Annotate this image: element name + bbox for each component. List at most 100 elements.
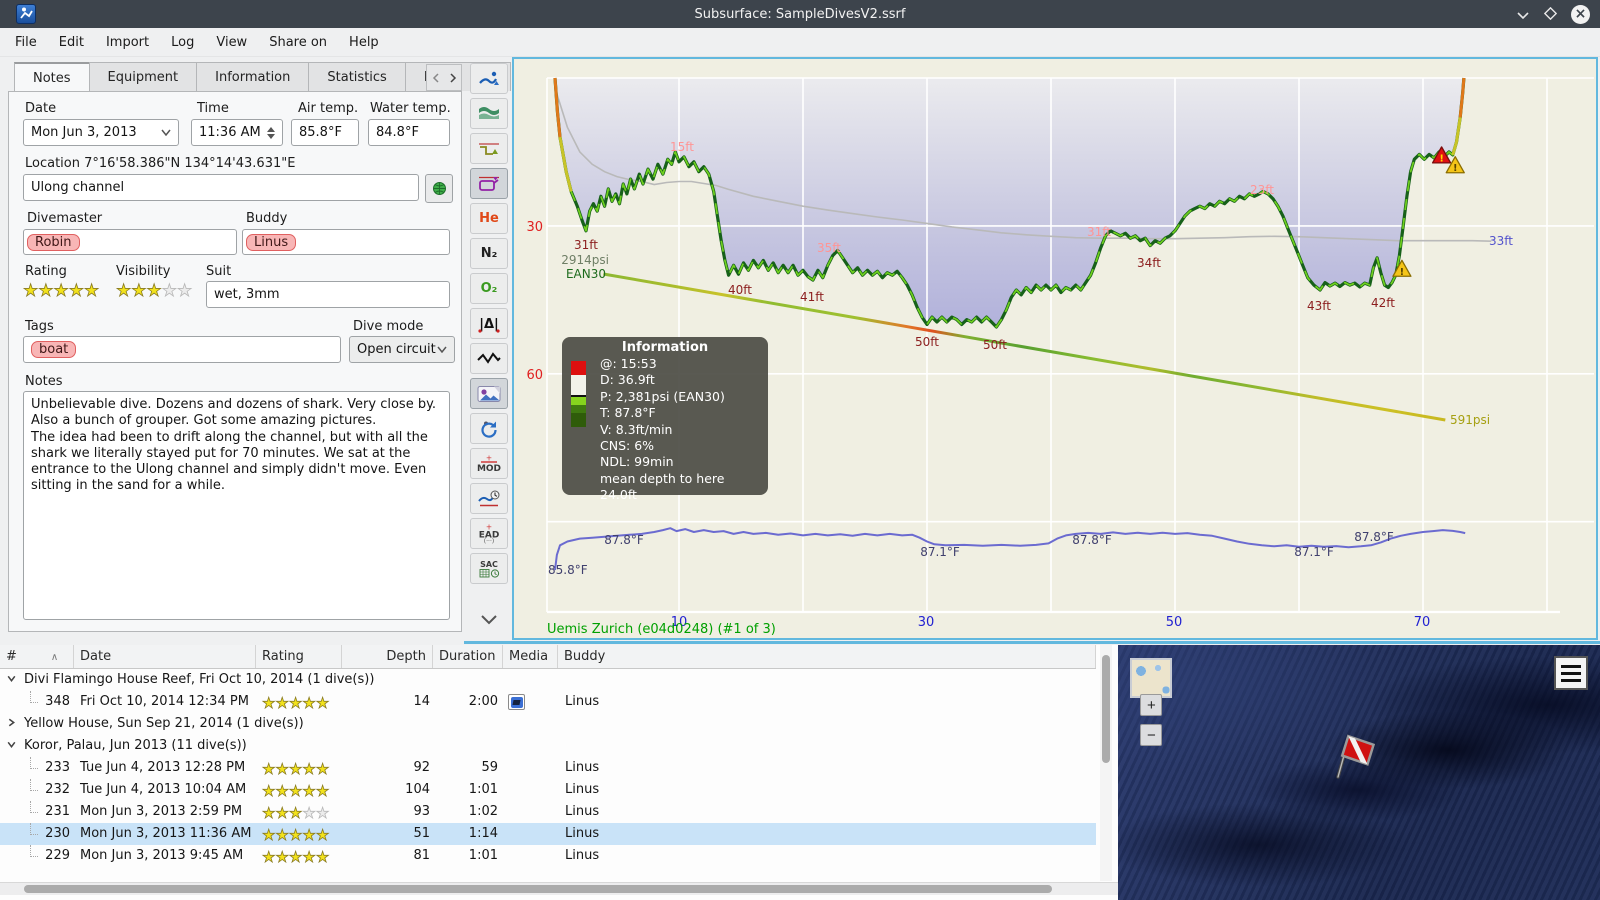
buddy-tag[interactable]: Linus: [246, 233, 297, 251]
minimap-toggle[interactable]: [1130, 658, 1172, 698]
star-icon[interactable]: ★: [262, 848, 276, 867]
dive-list-hscrollbar[interactable]: [0, 882, 1118, 895]
dc-ceiling-button[interactable]: [470, 63, 508, 94]
map-zoom-in-button[interactable]: +: [1140, 694, 1162, 716]
time-spin-buttons[interactable]: [267, 126, 275, 139]
column-header-num[interactable]: # ∧: [0, 645, 74, 668]
star-icon[interactable]: ★: [288, 760, 302, 779]
star-icon[interactable]: ★: [315, 782, 329, 801]
photos-button[interactable]: [470, 378, 508, 409]
star-icon[interactable]: ★: [275, 848, 289, 867]
ndl-button[interactable]: [470, 483, 508, 514]
star-icon[interactable]: ★: [68, 281, 84, 301]
star-icon[interactable]: ★: [315, 760, 329, 779]
star-icon[interactable]: ★: [262, 826, 276, 845]
star-icon[interactable]: ★: [315, 694, 329, 713]
star-icon[interactable]: ★: [302, 782, 316, 801]
tags-input[interactable]: boat: [23, 336, 341, 363]
star-icon[interactable]: ★: [38, 281, 54, 301]
mod-button[interactable]: + MOD: [470, 448, 508, 479]
map-panel[interactable]: + −: [1118, 645, 1600, 900]
star-icon[interactable]: ★: [288, 804, 302, 823]
star-icon[interactable]: ★: [262, 804, 276, 823]
dive-mode-select[interactable]: Open circuit: [349, 336, 455, 363]
menu-help[interactable]: Help: [338, 31, 390, 54]
minimize-icon[interactable]: [1516, 5, 1530, 24]
tag-boat[interactable]: boat: [31, 341, 77, 358]
dive-row[interactable]: 348 Fri Oct 10, 2014 12:34 PM ★★★★★ 14 2:00 L…: [0, 691, 1096, 713]
star-icon[interactable]: ★: [315, 826, 329, 845]
star-icon[interactable]: ★: [302, 760, 316, 779]
tank-bar-button[interactable]: [470, 168, 508, 199]
globe-button[interactable]: [425, 174, 453, 203]
suit-input[interactable]: wet, 3mm: [206, 281, 450, 308]
date-combobox[interactable]: Mon Jun 3, 2013: [23, 119, 179, 146]
o2-graph-button[interactable]: O₂: [470, 273, 508, 304]
collapse-icon[interactable]: [6, 673, 17, 688]
menu-log[interactable]: Log: [160, 31, 205, 54]
map-menu-icon[interactable]: [1554, 656, 1588, 690]
column-header-date[interactable]: Date: [74, 645, 256, 668]
divemaster-input[interactable]: Robin: [23, 229, 237, 255]
dive-row[interactable]: 230 Mon Jun 3, 2013 11:36 AM ★★★★★ 51 1:14 Li…: [0, 823, 1096, 845]
tab-equipment[interactable]: Equipment: [88, 62, 197, 91]
star-icon[interactable]: ★: [275, 782, 289, 801]
trip-row[interactable]: Divi Flamingo House Reef, Fri Oct 10, 20…: [0, 669, 1096, 691]
location-input[interactable]: Ulong channel: [23, 174, 419, 201]
column-header-media[interactable]: Media: [503, 645, 558, 668]
sac-button[interactable]: SAC: [470, 553, 508, 584]
star-icon[interactable]: ★: [262, 760, 276, 779]
expand-icon[interactable]: [6, 717, 17, 732]
tab-scroll-right-icon[interactable]: [449, 68, 457, 87]
time-spinner[interactable]: 11:36 AM: [191, 119, 283, 146]
media-thumbnail-icon[interactable]: [508, 694, 525, 710]
star-icon[interactable]: ★: [275, 804, 289, 823]
star-icon[interactable]: ★: [262, 694, 276, 713]
he-graph-button[interactable]: He: [470, 203, 508, 234]
column-header-depth[interactable]: Depth: [342, 645, 433, 668]
dive-row[interactable]: 229 Mon Jun 3, 2013 9:45 AM ★★★★★ 81 1:01 Lin…: [0, 845, 1096, 867]
tab-scroll-left-icon[interactable]: [432, 68, 440, 87]
close-icon[interactable]: ×: [1571, 4, 1590, 24]
star-icon[interactable]: ★: [275, 826, 289, 845]
ruler-button[interactable]: |Δ|: [470, 308, 508, 339]
calculated-ceiling-button[interactable]: [470, 98, 508, 129]
column-header-duration[interactable]: Duration: [433, 645, 503, 668]
maximize-icon[interactable]: [1543, 5, 1558, 24]
toolbar-collapse-icon[interactable]: [470, 604, 508, 635]
star-icon[interactable]: ★: [177, 281, 193, 301]
menu-file[interactable]: File: [4, 31, 48, 54]
divemaster-tag[interactable]: Robin: [27, 233, 80, 251]
star-icon[interactable]: ★: [302, 826, 316, 845]
star-icon[interactable]: ★: [302, 694, 316, 713]
air-temp-field[interactable]: 85.8°F: [291, 119, 359, 146]
star-icon[interactable]: ★: [116, 281, 132, 301]
notes-textarea[interactable]: Unbelievable dive. Dozens and dozens of …: [23, 391, 450, 620]
star-icon[interactable]: ★: [302, 804, 316, 823]
ead-button[interactable]: + EAD (···): [470, 518, 508, 549]
dive-row[interactable]: 232 Tue Jun 4, 2013 10:04 AM ★★★★★ 104 1:01 L…: [0, 779, 1096, 801]
star-icon[interactable]: ★: [262, 782, 276, 801]
star-icon[interactable]: ★: [315, 848, 329, 867]
collapse-icon[interactable]: [6, 739, 17, 754]
visibility-stars[interactable]: ★★★★★: [116, 281, 193, 301]
star-icon[interactable]: ★: [302, 848, 316, 867]
menu-import[interactable]: Import: [95, 31, 160, 54]
trip-row[interactable]: Koror, Palau, Jun 2013 (11 dive(s)): [0, 735, 1096, 757]
dive-row[interactable]: 233 Tue Jun 4, 2013 12:28 PM ★★★★★ 92 59 Linu…: [0, 757, 1096, 779]
trip-row[interactable]: Yellow House, Sun Sep 21, 2014 (1 dive(s…: [0, 713, 1096, 735]
star-icon[interactable]: ★: [131, 281, 147, 301]
menu-view[interactable]: View: [205, 31, 258, 54]
tab-notes[interactable]: Notes: [14, 62, 89, 91]
water-temp-field[interactable]: 84.8°F: [368, 119, 450, 146]
map-zoom-out-button[interactable]: −: [1140, 724, 1162, 746]
tab-information[interactable]: Information: [196, 62, 309, 91]
star-icon[interactable]: ★: [288, 826, 302, 845]
dive-profile-chart[interactable]: 30 60 10 30 50 70 15ft 31ft 2914psi EAN30 40ft 41ft…: [512, 57, 1598, 640]
star-icon[interactable]: ★: [84, 281, 100, 301]
star-icon[interactable]: ★: [288, 694, 302, 713]
star-icon[interactable]: ★: [288, 848, 302, 867]
dive-site-flag-marker[interactable]: [1326, 727, 1378, 787]
rating-stars[interactable]: ★★★★★: [23, 281, 100, 301]
star-icon[interactable]: ★: [53, 281, 69, 301]
